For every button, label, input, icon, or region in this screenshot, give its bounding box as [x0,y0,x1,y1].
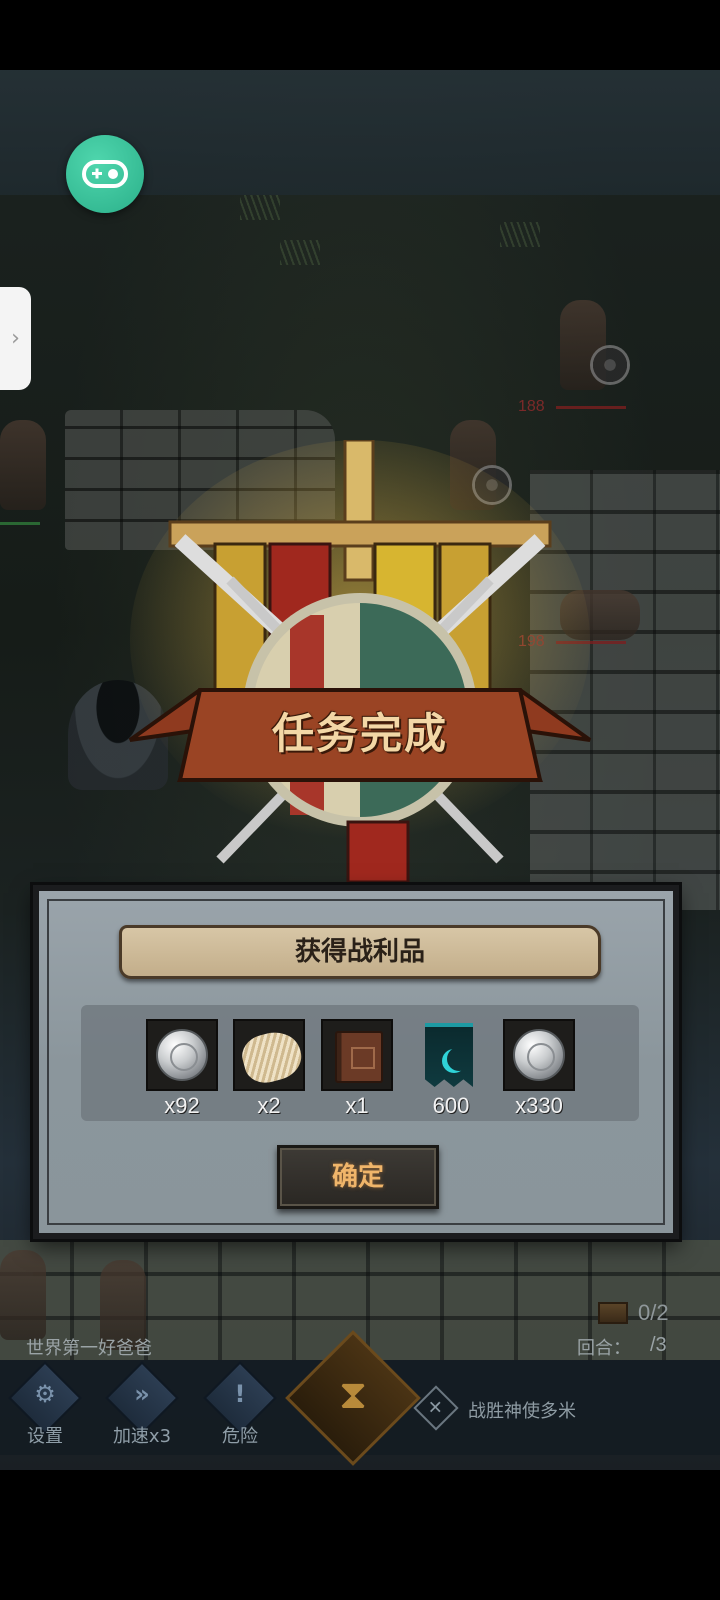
loot-items-row: x92 x2 x1 600 x330 [81,1005,639,1121]
loot-item-tile [415,1019,487,1091]
loot-item[interactable]: x1 [321,1019,393,1119]
loot-dialog: 获得战利品 x92 x2 x1 600 x330 确定 [33,885,679,1239]
quest-complete-emblem [128,440,592,884]
danger-button[interactable]: ! 危险 [200,1361,280,1447]
grass-tuft [500,222,540,247]
ally-archer[interactable] [0,1250,46,1340]
loot-item-quantity: x1 [345,1093,369,1118]
ally-hp-bar [0,522,40,525]
loot-item-tile [146,1019,218,1091]
quest-complete-title: 任务完成 [271,709,448,758]
loot-header-scroll: 获得战利品 [119,925,601,979]
confirm-button-label: 确定 [331,1162,384,1192]
chest-counter: 0/2 [598,1298,708,1328]
speed-button[interactable]: » 加速x3 [102,1361,182,1447]
settings-button[interactable]: ⚙ 设置 [5,1361,85,1447]
ally-warrior[interactable] [0,420,46,510]
confirm-button[interactable]: 确定 [277,1145,439,1209]
silver-coin-icon [513,1029,565,1081]
round-label: 回合： [577,1338,631,1359]
gear-icon: ⚙ [34,1380,56,1408]
loot-item-quantity: x92 [164,1093,200,1118]
loot-item-quantity: 600 [432,1093,470,1118]
loot-item[interactable]: x92 [146,1019,218,1119]
loot-item-tile [233,1019,305,1091]
fur-pelt-icon [237,1026,303,1088]
side-drawer-tab[interactable]: › [0,287,31,390]
enemy-hp-bar [556,406,626,409]
danger-label: 危险 [222,1426,258,1447]
chevron-right-icon: › [11,326,20,351]
treasure-chest-icon [598,1302,628,1324]
loot-item[interactable]: x330 [503,1019,575,1119]
hourglass-icon: ⧗ [338,1372,368,1418]
gamepad-button[interactable] [66,135,144,213]
chest-count-text: 0/2 [638,1300,669,1325]
loot-item[interactable]: 600 [415,1019,487,1119]
grass-tuft [240,195,280,220]
enemy-hp-text: 188 [518,398,545,415]
player-name: 世界第一好爸爸 [26,1338,152,1359]
gamepad-icon [82,160,128,188]
leather-book-icon [335,1031,383,1083]
speed-label: 加速x3 [112,1426,172,1447]
teal-banner-icon [425,1023,473,1087]
exclamation-icon: ! [234,1380,246,1408]
silver-coin-icon [156,1029,208,1081]
loot-header-text: 获得战利品 [294,937,425,967]
round-value: /3 [650,1334,667,1356]
loot-item-tile [503,1019,575,1091]
loot-item-quantity: x330 [515,1093,563,1118]
loot-item-quantity: x2 [257,1093,281,1118]
crescent-icon [447,1047,471,1071]
settings-label: 设置 [27,1426,63,1447]
loot-item-tile [321,1019,393,1091]
grass-tuft [280,240,320,265]
fast-forward-icon: » [134,1380,150,1408]
round-shield-icon [590,345,630,385]
loot-item[interactable]: x2 [233,1019,305,1119]
victory-condition-text: 战胜神使多米 [468,1401,576,1422]
